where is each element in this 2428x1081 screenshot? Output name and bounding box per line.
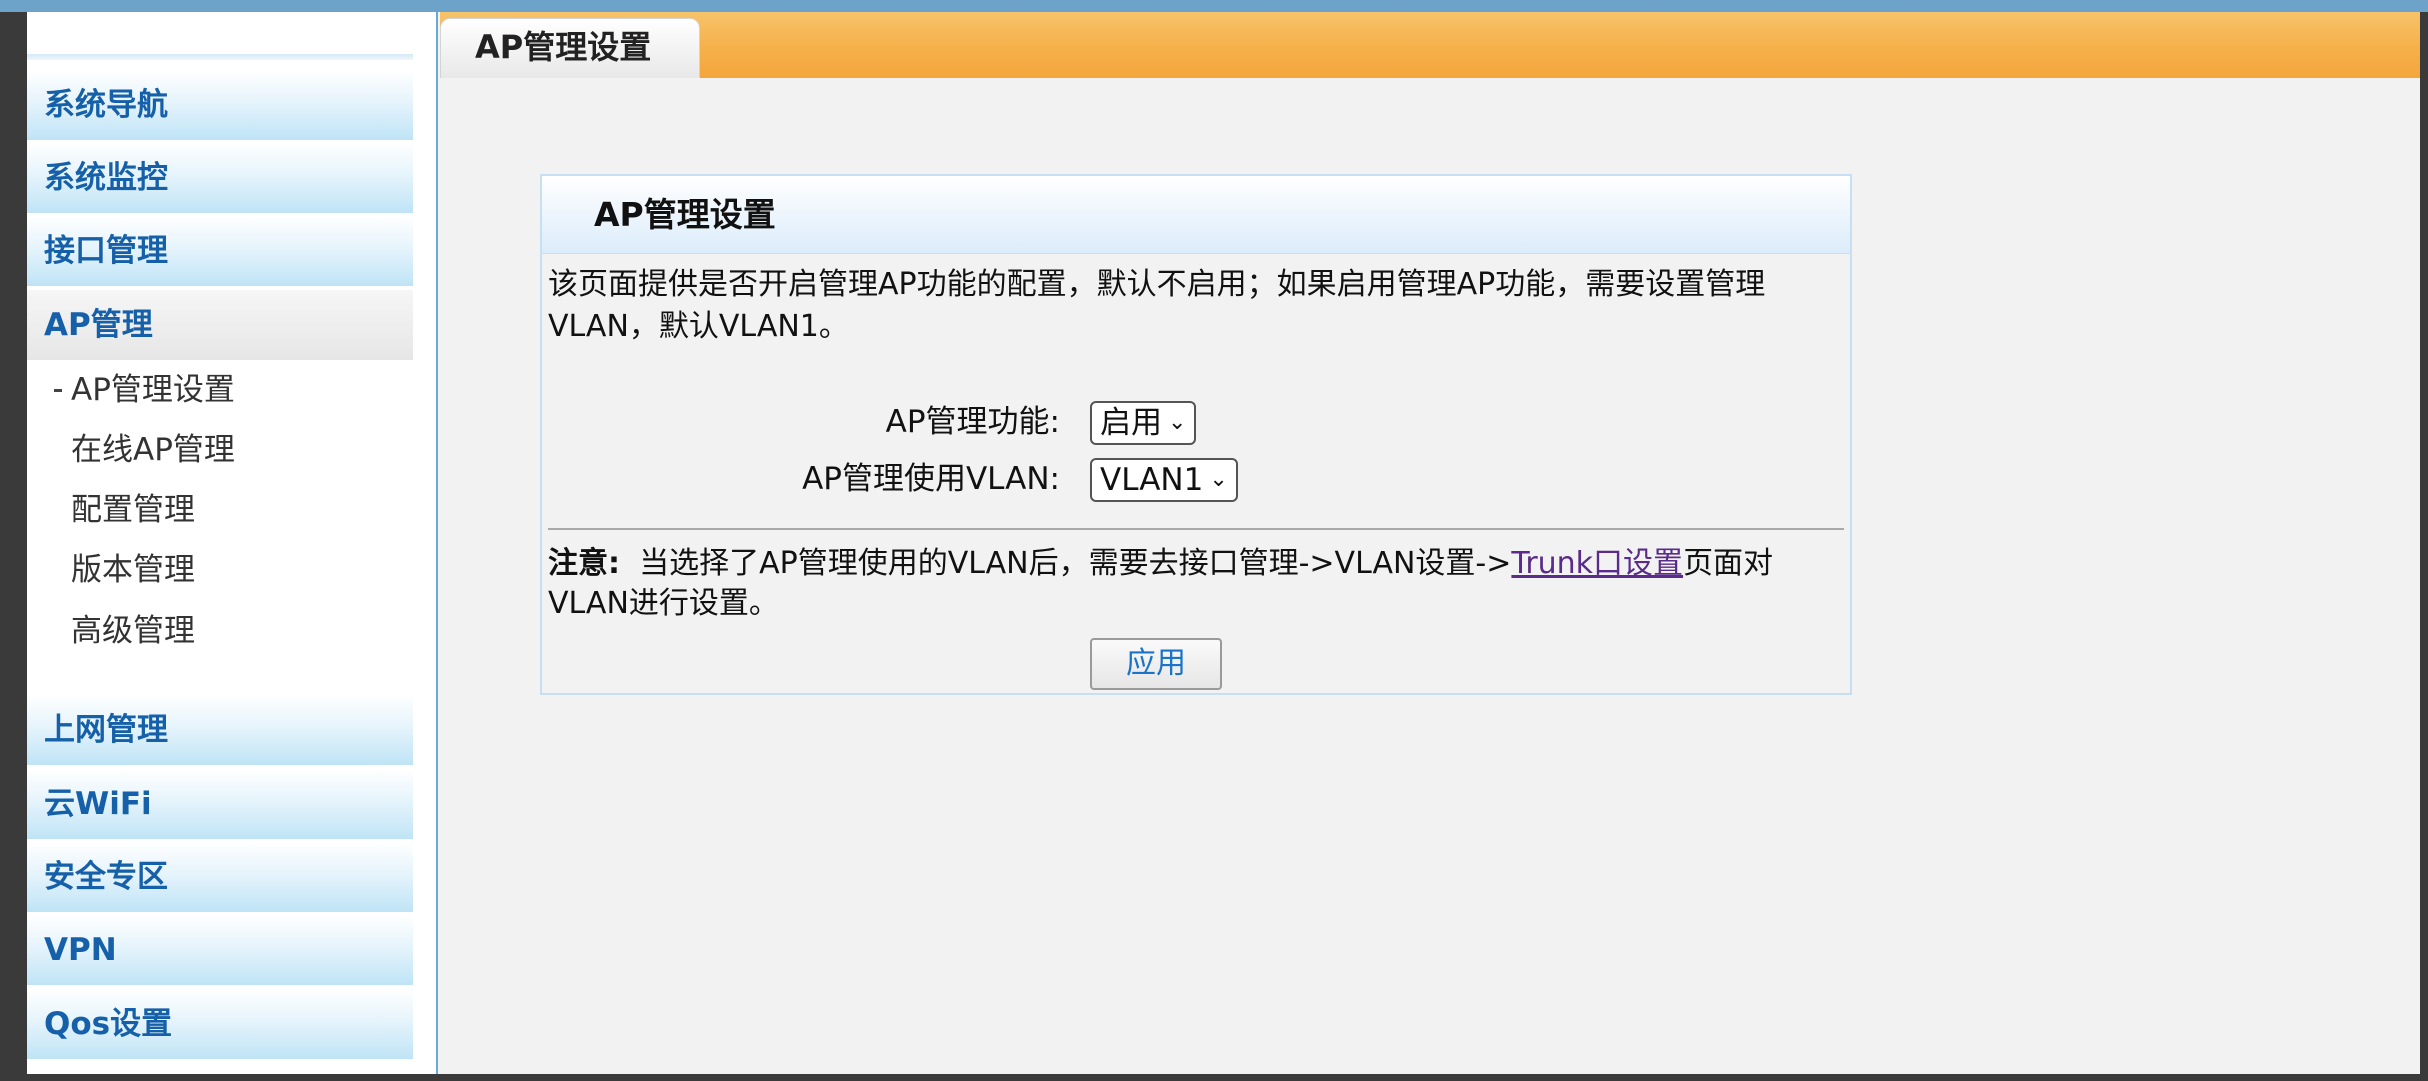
sidebar-group-system-nav[interactable]: 系统导航 (27, 70, 413, 140)
frame-bottom (0, 1074, 2428, 1081)
ap-vlan-value: VLAN1 (1100, 462, 1204, 498)
frame-left (0, 12, 27, 1081)
settings-panel: AP管理设置 该页面提供是否开启管理AP功能的配置，默认不启用；如果启用管理AP… (540, 174, 1852, 695)
chevron-down-icon: ⌄ (1168, 410, 1187, 435)
tab-ap-settings[interactable]: AP管理设置 (440, 18, 700, 78)
sidebar-item-version[interactable]: 版本管理 (71, 545, 195, 595)
tab-bar: AP管理设置 (440, 12, 2420, 78)
panel-title: AP管理设置 (542, 176, 1850, 254)
sidebar-group-vpn[interactable]: VPN (27, 915, 413, 985)
note-text: 注意: 当选择了AP管理使用的VLAN后，需要去接口管理->VLAN设置->Tr… (548, 544, 1838, 624)
current-item-marker (54, 389, 62, 392)
sidebar-top-divider (27, 54, 413, 60)
sidebar-group-security[interactable]: 安全专区 (27, 842, 413, 912)
apply-button[interactable]: 应用 (1090, 638, 1222, 690)
sidebar-group-cloud-wifi[interactable]: 云WiFi (27, 769, 413, 839)
ap-function-select[interactable]: 启用 ⌄ (1090, 401, 1197, 445)
sidebar-group-interface[interactable]: 接口管理 (27, 216, 413, 286)
sidebar-group-internet[interactable]: 上网管理 (27, 695, 413, 765)
window-top-strip (0, 0, 2428, 12)
ap-function-value: 启用 (1100, 405, 1162, 441)
note-prefix: 注意: (548, 546, 620, 581)
sidebar-item-config[interactable]: 配置管理 (71, 485, 195, 535)
panel-divider (548, 528, 1844, 530)
ap-vlan-label: AP管理使用VLAN: (802, 461, 1060, 497)
sidebar-item-ap-settings[interactable]: AP管理设置 (54, 365, 235, 415)
sidebar-nav: 系统导航 系统监控 接口管理 AP管理 AP管理设置 在线AP管理 配置管理 版… (27, 12, 438, 1074)
chevron-down-icon: ⌄ (1209, 467, 1228, 492)
sidebar-group-ap-management[interactable]: AP管理 (27, 290, 413, 360)
sidebar-group-system-monitor[interactable]: 系统监控 (27, 143, 413, 213)
sidebar-item-advanced[interactable]: 高级管理 (71, 606, 195, 656)
frame-right (2420, 12, 2428, 1081)
sidebar-item-label: AP管理设置 (71, 372, 235, 408)
note-body: 当选择了AP管理使用的VLAN后，需要去接口管理->VLAN设置-> (639, 546, 1512, 581)
sidebar-item-online-ap[interactable]: 在线AP管理 (71, 425, 235, 475)
ap-function-label: AP管理功能: (885, 404, 1060, 440)
trunk-settings-link[interactable]: Trunk口设置 (1511, 546, 1683, 581)
panel-description: 该页面提供是否开启管理AP功能的配置，默认不启用；如果启用管理AP功能，需要设置… (548, 267, 1766, 344)
sidebar-group-qos[interactable]: Qos设置 (27, 989, 413, 1059)
ap-vlan-select[interactable]: VLAN1 ⌄ (1090, 458, 1238, 502)
